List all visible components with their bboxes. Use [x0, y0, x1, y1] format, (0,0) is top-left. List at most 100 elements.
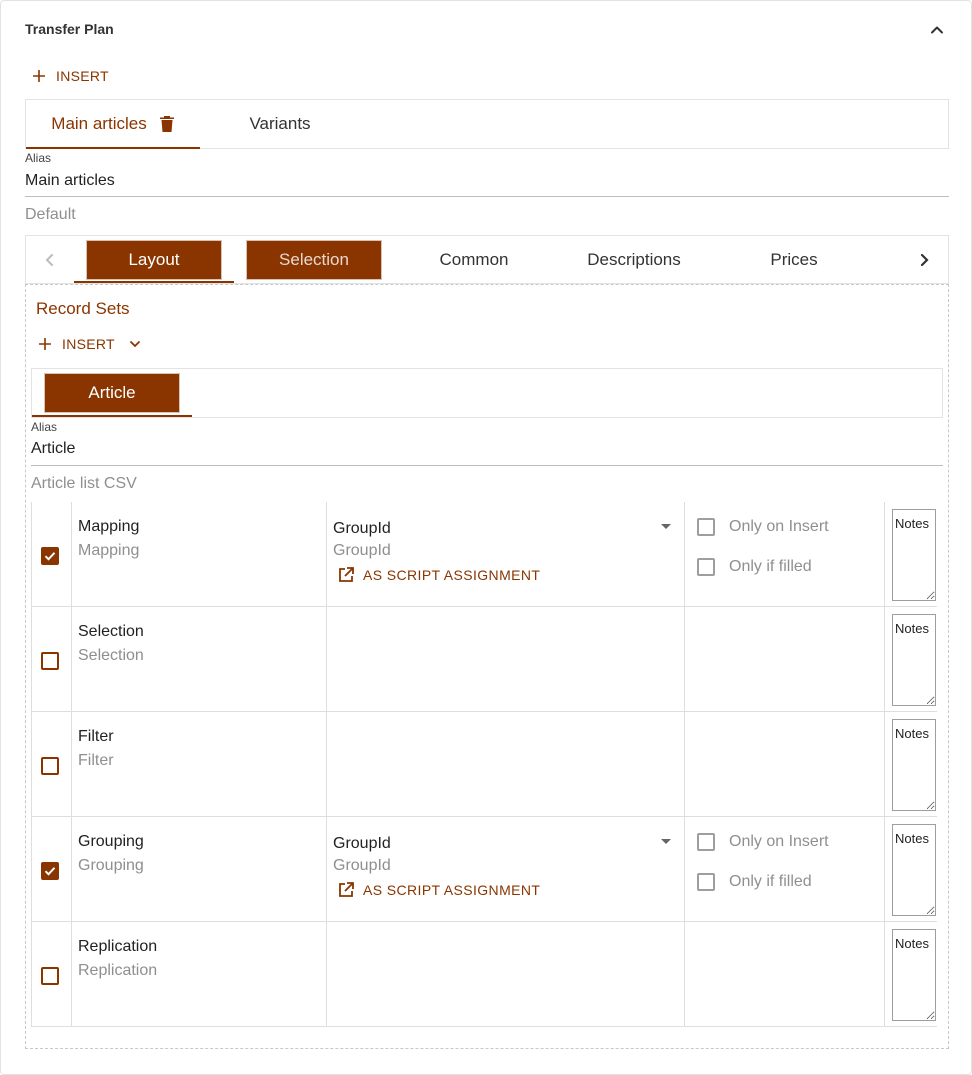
- field-select-subtitle: GroupId: [333, 542, 391, 559]
- notes-textarea[interactable]: [892, 929, 936, 1021]
- dropdown-caret-icon[interactable]: [659, 519, 673, 533]
- row-checkbox[interactable]: [41, 862, 59, 880]
- option-label: Only if filled: [729, 873, 812, 890]
- cell-border: [71, 922, 72, 1026]
- cell-border: [326, 502, 327, 606]
- cell-border: [326, 922, 327, 1026]
- only-on-insert-checkbox[interactable]: [697, 518, 715, 536]
- open-in-new-icon: [339, 882, 354, 897]
- notes-textarea[interactable]: [892, 614, 936, 706]
- open-in-new-icon: [339, 567, 354, 582]
- field-select[interactable]: GroupId: [333, 520, 391, 538]
- record-sets-title: Record Sets: [36, 299, 130, 318]
- plus-icon: [39, 338, 51, 350]
- cell-border: [884, 922, 885, 1026]
- panel-title: Transfer Plan: [25, 21, 114, 37]
- tab-label: Variants: [249, 114, 311, 133]
- cell-border: [326, 607, 327, 711]
- record-set-tabs: Article: [31, 368, 943, 418]
- row-checkbox[interactable]: [41, 652, 59, 670]
- table-row: Replication Replication: [31, 922, 937, 1027]
- record-sets-insert-button[interactable]: INSERT: [38, 336, 141, 352]
- script-assignment-button[interactable]: AS SCRIPT ASSIGNMENT: [337, 566, 540, 584]
- plus-icon: [33, 70, 45, 82]
- tab-common[interactable]: Common: [394, 240, 554, 280]
- table-row: Grouping Grouping GroupId GroupId AS SCR…: [31, 817, 937, 922]
- chevron-down-icon: [129, 341, 140, 348]
- cell-border: [71, 712, 72, 816]
- cell-border: [31, 922, 32, 1026]
- transfer-plan-panel: Transfer Plan INSERT Main articles Varia…: [0, 0, 972, 1075]
- notes-textarea[interactable]: [892, 509, 936, 601]
- row-name: Replication: [78, 938, 158, 955]
- dropdown-caret-icon[interactable]: [659, 834, 673, 848]
- cell-border: [326, 817, 327, 921]
- article-alias-input[interactable]: Article: [31, 440, 75, 458]
- chevron-up-icon[interactable]: [927, 20, 947, 40]
- only-if-filled-option[interactable]: Only if filled: [697, 558, 812, 576]
- insert-button[interactable]: INSERT: [32, 68, 109, 84]
- table-row: Filter Filter: [31, 712, 937, 817]
- tab-descriptions[interactable]: Descriptions: [554, 240, 714, 280]
- tab-selection[interactable]: Selection: [246, 240, 382, 280]
- notes-textarea[interactable]: [892, 824, 936, 916]
- tab-main-articles[interactable]: Main articles: [26, 100, 200, 149]
- row-checkbox[interactable]: [41, 547, 59, 565]
- cell-border: [31, 712, 32, 816]
- cell-border: [684, 712, 685, 816]
- only-if-filled-checkbox[interactable]: [697, 873, 715, 891]
- cell-border: [884, 607, 885, 711]
- cell-border: [31, 607, 32, 711]
- table-row: Mapping Mapping GroupId GroupId AS SCRIP…: [31, 502, 937, 607]
- only-on-insert-checkbox[interactable]: [697, 833, 715, 851]
- row-checkbox[interactable]: [41, 757, 59, 775]
- cell-border: [71, 502, 72, 606]
- row-name: Selection: [78, 623, 144, 640]
- notes-textarea[interactable]: [892, 719, 936, 811]
- tab-label: Common: [439, 250, 509, 269]
- sub-tabs: Layout Selection Common Descriptions Pri…: [25, 235, 949, 284]
- field-select[interactable]: GroupId: [333, 835, 391, 853]
- field-select-subtitle: GroupId: [333, 857, 391, 874]
- default-text: Default: [25, 206, 76, 223]
- only-on-insert-option[interactable]: Only on Insert: [697, 518, 829, 536]
- chevron-left-icon[interactable]: [38, 248, 62, 272]
- main-tabs: Main articles Variants: [25, 99, 949, 149]
- tab-variants[interactable]: Variants: [200, 100, 360, 148]
- chevron-right-icon[interactable]: [912, 248, 936, 272]
- tab-label: Selection: [279, 250, 349, 269]
- cell-border: [684, 607, 685, 711]
- row-name: Grouping: [78, 833, 144, 850]
- option-label: Only on Insert: [729, 833, 829, 850]
- article-alias-underline: [31, 465, 943, 466]
- tab-label: Descriptions: [587, 250, 681, 269]
- record-set-subtitle: Article list CSV: [31, 475, 137, 492]
- check-icon: [44, 552, 56, 561]
- cell-border: [326, 712, 327, 816]
- insert-label: INSERT: [56, 68, 109, 84]
- cell-border: [71, 817, 72, 921]
- option-label: Only if filled: [729, 558, 812, 575]
- cell-border: [31, 817, 32, 921]
- tab-label: Article: [88, 383, 136, 402]
- row-checkbox[interactable]: [41, 967, 59, 985]
- trash-icon[interactable]: [159, 115, 175, 133]
- alias-underline: [25, 196, 949, 197]
- cell-border: [684, 502, 685, 606]
- only-if-filled-checkbox[interactable]: [697, 558, 715, 576]
- alias-input[interactable]: Main articles: [25, 172, 115, 190]
- alias-label: Alias: [25, 151, 52, 165]
- script-assignment-label: AS SCRIPT ASSIGNMENT: [363, 567, 541, 583]
- tab-label: Main articles: [51, 114, 147, 133]
- cell-border: [884, 817, 885, 921]
- tab-prices[interactable]: Prices: [714, 240, 874, 280]
- tab-label: Layout: [128, 250, 180, 269]
- cell-border: [684, 922, 685, 1026]
- row-subtitle: Replication: [78, 962, 158, 979]
- row-subtitle: Selection: [78, 647, 144, 664]
- only-on-insert-option[interactable]: Only on Insert: [697, 833, 829, 851]
- only-if-filled-option[interactable]: Only if filled: [697, 873, 812, 891]
- tab-article[interactable]: Article: [44, 373, 180, 413]
- tab-layout[interactable]: Layout: [86, 240, 222, 280]
- script-assignment-button[interactable]: AS SCRIPT ASSIGNMENT: [337, 881, 540, 899]
